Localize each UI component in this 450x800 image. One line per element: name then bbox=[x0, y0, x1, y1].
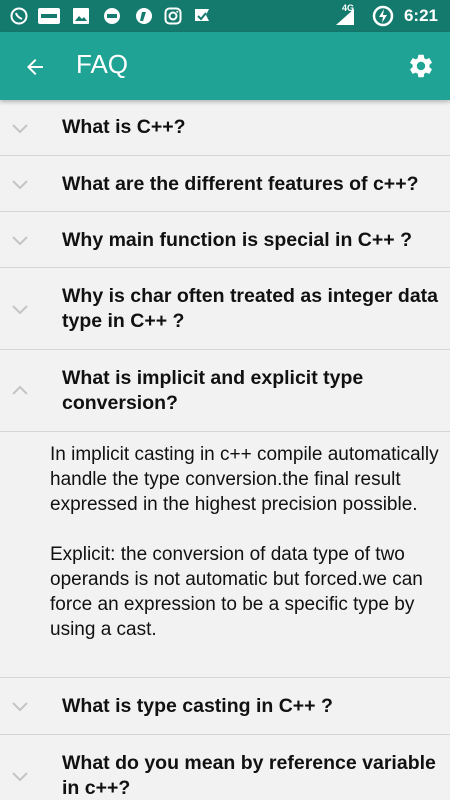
chevron-down-icon bbox=[12, 179, 28, 189]
chevron-down-icon bbox=[12, 771, 28, 781]
status-bar: 4G 6:21 bbox=[0, 0, 450, 32]
faq-item[interactable]: Why is char often treated as integer dat… bbox=[0, 268, 450, 350]
faq-question: Why main function is special in C++ ? bbox=[62, 229, 412, 251]
faq-item[interactable]: What are the different features of c++? bbox=[0, 156, 450, 212]
faq-question: Why is char often treated as integer dat… bbox=[62, 285, 439, 332]
chevron-up-icon bbox=[12, 385, 28, 395]
gear-icon bbox=[410, 54, 432, 78]
faq-item[interactable]: What is C++? bbox=[0, 100, 450, 156]
faq-item[interactable]: What do you mean by reference variable i… bbox=[0, 735, 450, 800]
chevron-down-icon bbox=[12, 235, 28, 245]
settings-button[interactable] bbox=[404, 49, 438, 83]
chevron-down-icon bbox=[12, 123, 28, 133]
checklist-icon bbox=[195, 9, 209, 21]
faq-item-expanded[interactable]: What is implicit and explicit type conve… bbox=[0, 350, 450, 432]
chevron-down-icon bbox=[12, 702, 28, 712]
whatsapp-icon bbox=[10, 7, 28, 25]
faq-question: What do you mean by reference variable i… bbox=[62, 752, 436, 799]
faq-question: What are the different features of c++? bbox=[62, 173, 419, 195]
arrow-left-icon bbox=[27, 59, 43, 75]
app-bar: FAQ bbox=[0, 32, 450, 100]
back-button[interactable] bbox=[18, 50, 52, 84]
signal-icon bbox=[336, 9, 354, 25]
faq-item[interactable]: What is type casting in C++ ? bbox=[0, 678, 450, 735]
faq-question: What is type casting in C++ ? bbox=[62, 695, 333, 717]
answer-paragraph: Explicit: the conversion of data type of… bbox=[50, 544, 423, 640]
faq-item[interactable]: Why main function is special in C++ ? bbox=[0, 212, 450, 268]
chevron-down-icon bbox=[12, 304, 28, 314]
jio-icon bbox=[104, 8, 120, 24]
instagram-icon bbox=[164, 7, 182, 25]
image-icon bbox=[73, 8, 89, 24]
faq-question: What is C++? bbox=[62, 116, 186, 138]
clock: 6:21 bbox=[403, 6, 438, 25]
answer-paragraph: In implicit casting in c++ compile autom… bbox=[50, 444, 439, 515]
page-title: FAQ bbox=[76, 49, 129, 79]
faq-list: What is C++? What are the different feat… bbox=[0, 100, 450, 800]
app-icon bbox=[136, 8, 152, 24]
faq-answer: In implicit casting in c++ compile autom… bbox=[0, 432, 450, 678]
battery-saver-icon bbox=[372, 5, 394, 27]
faq-question: What is implicit and explicit type conve… bbox=[62, 367, 364, 414]
paytm-icon bbox=[38, 8, 60, 24]
